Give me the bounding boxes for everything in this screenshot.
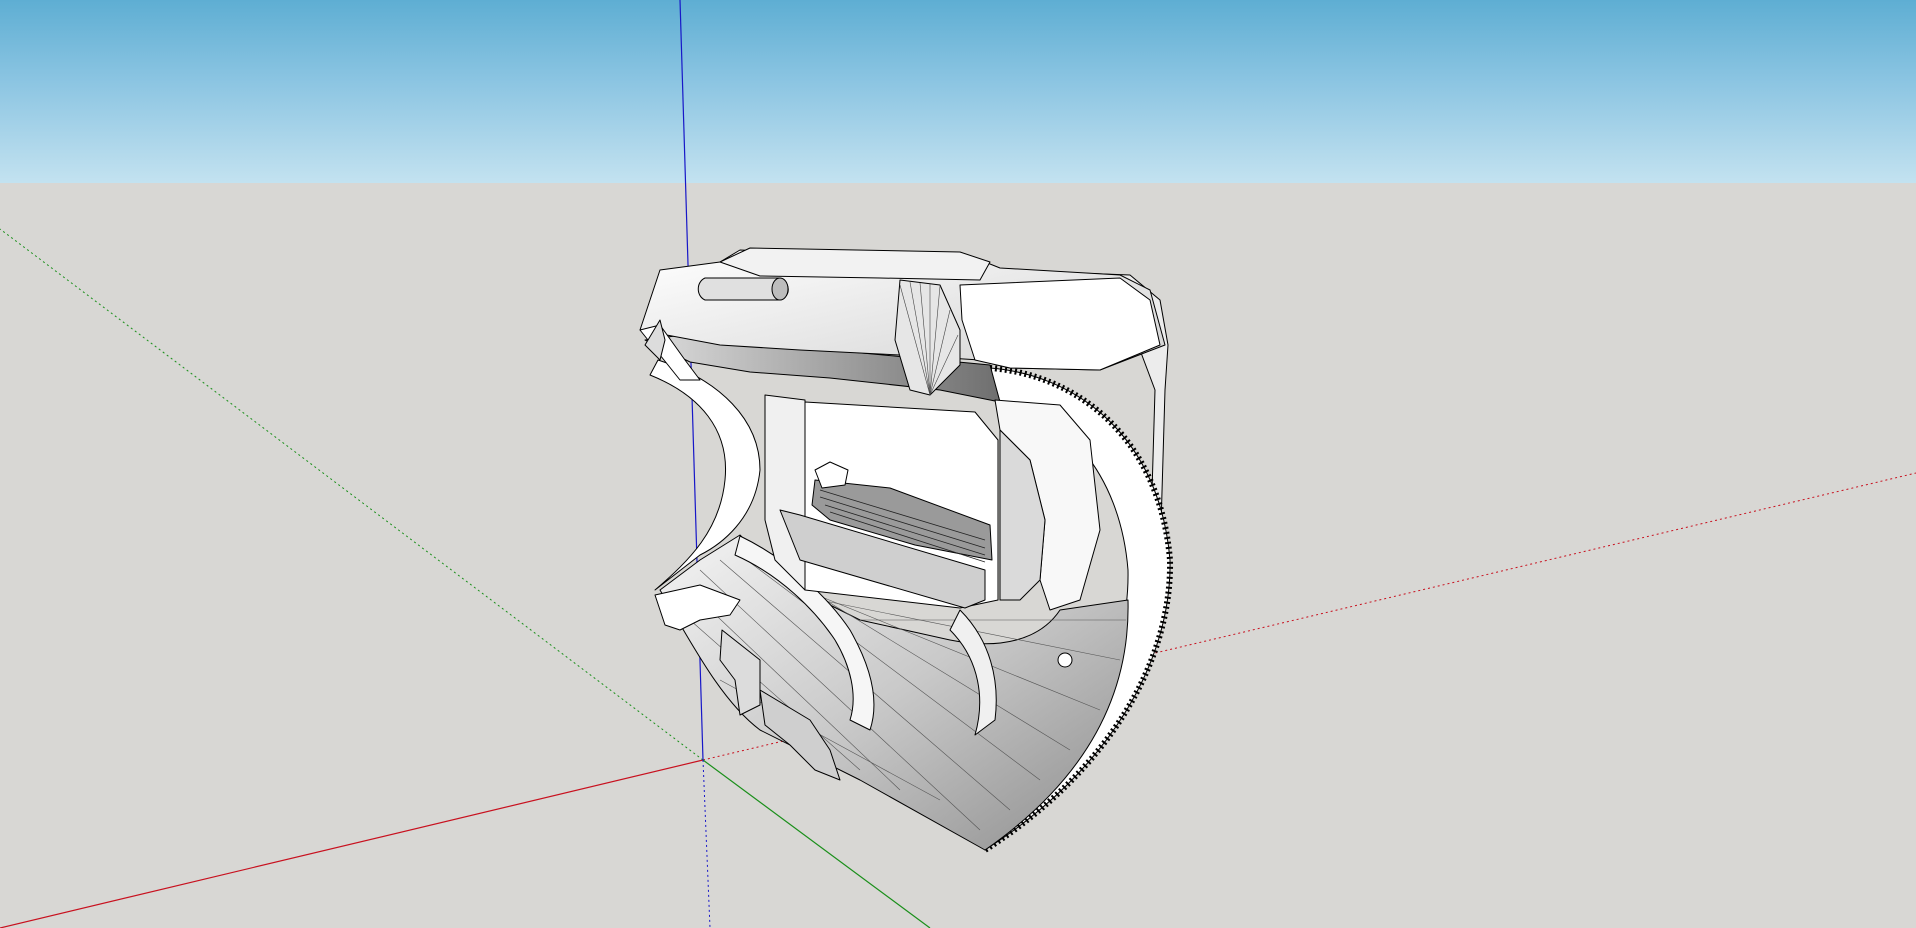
ring-knob — [1057, 652, 1073, 668]
modeling-viewport[interactable] — [0, 0, 1916, 928]
mri-scanner-model[interactable] — [639, 247, 1174, 853]
scene-canvas[interactable] — [0, 0, 1916, 928]
blue-axis-dotted — [702, 759, 711, 928]
upper-console-top — [719, 247, 991, 281]
right-top-box — [959, 277, 1161, 371]
green-axis-dotted — [0, 228, 704, 761]
red-axis-solid — [0, 759, 704, 928]
roller-end-cap — [771, 277, 789, 301]
